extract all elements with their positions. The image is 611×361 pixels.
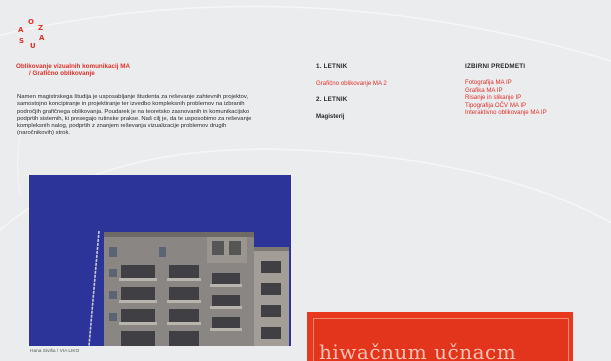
logo-letter: A: [18, 26, 24, 34]
first-year-course-link[interactable]: Grafično oblikovanje MA 2: [316, 80, 387, 87]
elective-link[interactable]: Fotografija MA IP: [465, 79, 605, 87]
photo-credit: Hana Siviša / VIA LIKO: [30, 349, 80, 354]
elective-link[interactable]: Interaktivno oblikovanje MA IP: [465, 109, 605, 117]
program-description: Namen magistrskega študija je usposablja…: [17, 94, 252, 137]
electives-list: Fotografija MA IP Grafika MA IP Risanje …: [465, 79, 605, 117]
elective-link[interactable]: Grafika MA IP: [465, 87, 605, 95]
elective-link[interactable]: Risanje in slikanje IP: [465, 94, 605, 102]
logo[interactable]: O Z A U S A: [14, 18, 48, 52]
featured-card-text: hiwačnum učnacm: [319, 340, 517, 361]
logo-letter: A: [39, 34, 45, 42]
logo-letter: Z: [38, 24, 44, 32]
second-year-heading: 2. LETNIK: [316, 96, 348, 103]
logo-letter: S: [19, 37, 25, 45]
thesis-link[interactable]: Magisterij: [316, 113, 344, 120]
elective-link[interactable]: Tipografija OČV MA IP: [465, 102, 605, 110]
featured-card[interactable]: hiwačnum učnacm: [307, 312, 573, 361]
logo-letter: O: [28, 18, 34, 26]
building-photo: [29, 175, 291, 346]
program-title-line2: / Grafično oblikovanje: [29, 70, 95, 78]
electives-heading: IZBIRNI PREDMETI: [465, 63, 526, 70]
first-year-heading: 1. LETNIK: [316, 63, 348, 70]
logo-letter: U: [30, 42, 36, 50]
program-title: Oblikovanje vizualnih komunikacij MA / G…: [16, 63, 216, 78]
building-illustration: [29, 175, 291, 346]
page: O Z A U S A Oblikovanje vizualnih komuni…: [0, 0, 611, 361]
program-title-line1: Oblikovanje vizualnih komunikacij MA: [16, 63, 131, 70]
